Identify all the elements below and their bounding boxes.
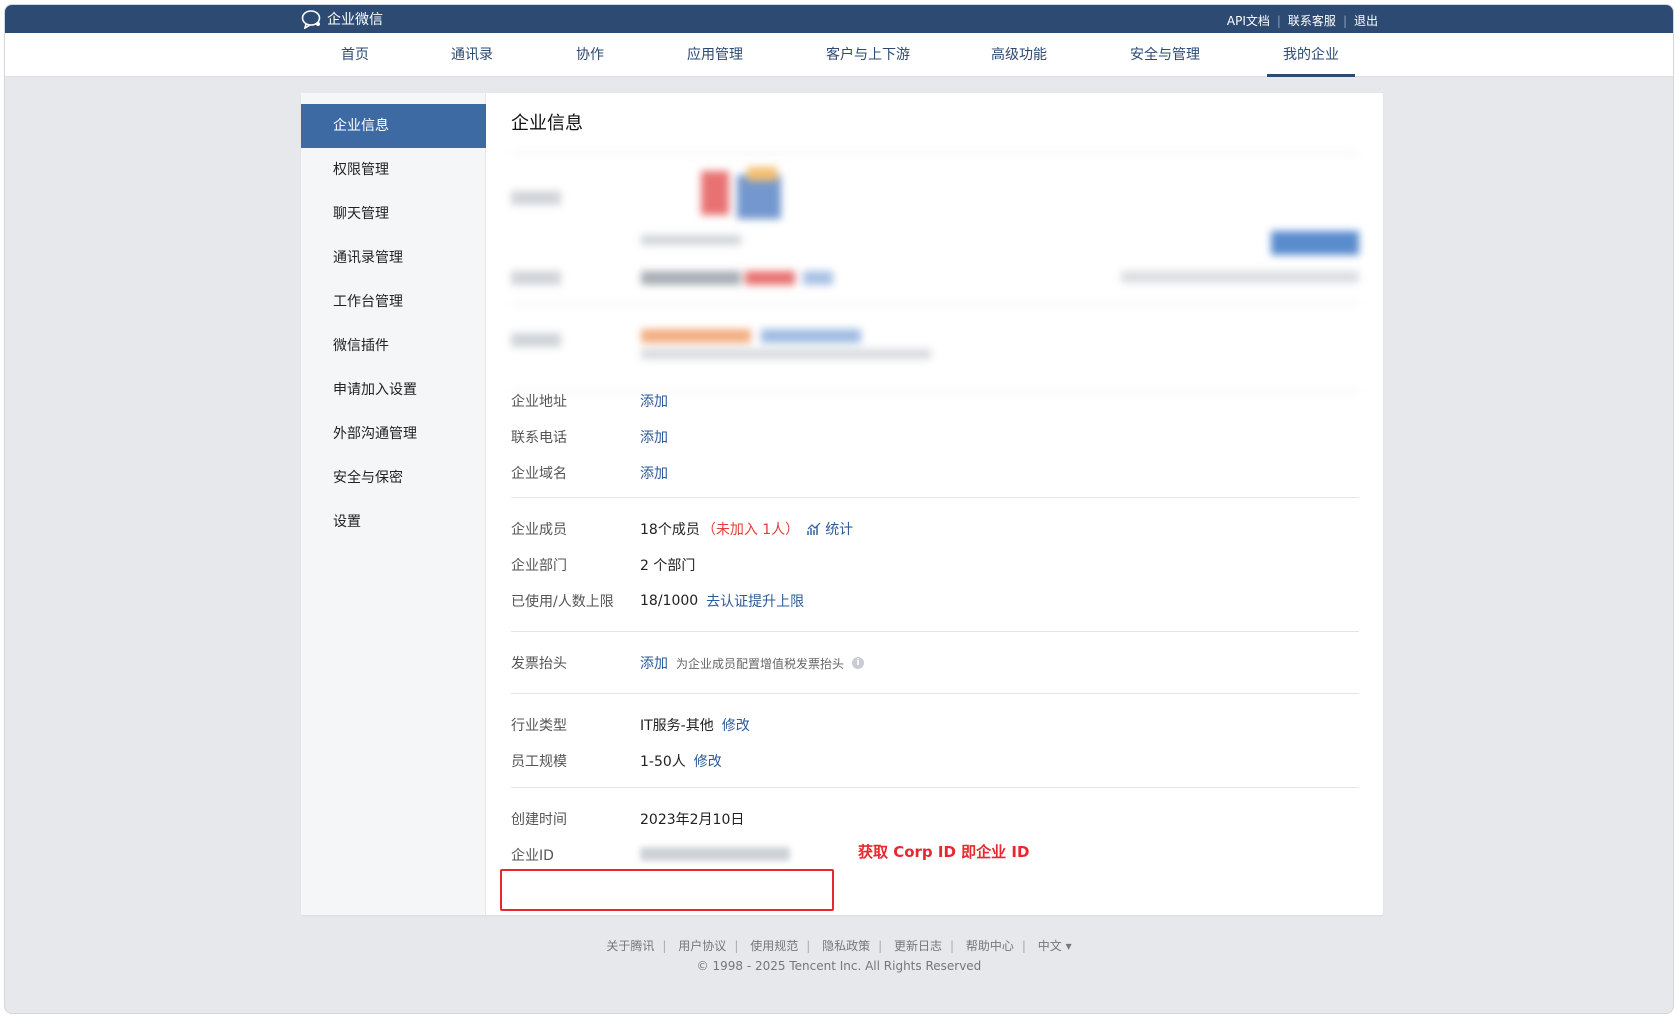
app-window: 企业微信 API文档 | 联系客服 | 退出 首页 通讯录 协作 应用管理 客户… (4, 4, 1674, 1014)
upgrade-limit-link[interactable]: 去认证提升上限 (706, 591, 804, 611)
footer-terms-link[interactable]: 用户协议 (678, 939, 726, 953)
invoice-label: 发票抬头 (511, 656, 567, 672)
add-invoice-link[interactable]: 添加 (640, 653, 668, 673)
divider (511, 787, 1359, 788)
sidebar-item-security[interactable]: 安全与保密 (301, 456, 486, 500)
page-title: 企业信息 (511, 113, 583, 134)
info-icon[interactable]: i (852, 657, 865, 669)
industry-label: 行业类型 (511, 718, 567, 734)
footer-privacy-link[interactable]: 隐私政策 (822, 939, 870, 953)
nav-collaboration[interactable]: 协作 (576, 33, 604, 77)
limit-label: 已使用/人数上限 (511, 594, 614, 610)
departments-value: 2 个部门 (640, 558, 696, 574)
invoice-hint: 为企业成员配置增值税发票抬头 (676, 656, 845, 671)
footer-help-link[interactable]: 帮助中心 (966, 939, 1014, 953)
sidebar-item-enterprise-info[interactable]: 企业信息 (301, 104, 486, 148)
stats-link[interactable]: 统计 (807, 519, 853, 539)
corp-id-annotation: 获取 Corp ID 即企业 ID (858, 843, 1030, 861)
footer-rules-link[interactable]: 使用规范 (750, 939, 798, 953)
divider (511, 693, 1359, 694)
edit-industry-link[interactable]: 修改 (722, 715, 750, 735)
add-phone-link[interactable]: 添加 (640, 427, 668, 447)
sidebar-item-chat[interactable]: 聊天管理 (301, 192, 486, 236)
corp-id-highlight-box (500, 869, 834, 911)
separator: | (1342, 13, 1347, 28)
footer-about-link[interactable]: 关于腾讯 (606, 939, 654, 953)
sidebar-item-wechat-plugin[interactable]: 微信插件 (301, 324, 486, 368)
divider (511, 497, 1359, 498)
nav-security[interactable]: 安全与管理 (1130, 33, 1200, 77)
sidebar-item-join-settings[interactable]: 申请加入设置 (301, 368, 486, 412)
phone-label: 联系电话 (511, 430, 567, 446)
nav-contacts[interactable]: 通讯录 (451, 33, 493, 77)
nav-home[interactable]: 首页 (341, 33, 369, 77)
not-joined-count: （未加入 1人） (701, 522, 800, 538)
nav-my-enterprise[interactable]: 我的企业 (1267, 33, 1355, 77)
sidebar-item-workbench[interactable]: 工作台管理 (301, 280, 486, 324)
created-value: 2023年2月10日 (640, 812, 745, 828)
nav-advanced[interactable]: 高级功能 (991, 33, 1047, 77)
add-address-link[interactable]: 添加 (640, 391, 668, 411)
sidebar-item-settings[interactable]: 设置 (301, 500, 486, 544)
wecom-logo-icon (301, 10, 321, 29)
members-label: 企业成员 (511, 522, 567, 538)
scale-value: 1-50人 (640, 754, 686, 770)
industry-value: IT服务-其他 (640, 718, 714, 734)
domain-label: 企业域名 (511, 466, 567, 482)
logout-link[interactable]: 退出 (1354, 12, 1378, 29)
edit-scale-link[interactable]: 修改 (694, 751, 722, 771)
members-count: 18个成员 (640, 522, 700, 538)
corp-id-label: 企业ID (511, 848, 554, 864)
separator: | (1276, 13, 1281, 28)
scale-label: 员工规模 (511, 754, 567, 770)
brand-name: 企业微信 (327, 12, 383, 28)
nav-customers[interactable]: 客户与上下游 (826, 33, 910, 77)
content-area: 企业信息 企业地址 添加 联系电话 添加 企业域名 添加 企业成员 18个成员 … (486, 93, 1383, 915)
limit-value: 18/1000 (640, 593, 699, 609)
sidebar: 企业信息 权限管理 聊天管理 通讯录管理 工作台管理 微信插件 申请加入设置 外… (301, 93, 486, 915)
departments-label: 企业部门 (511, 558, 567, 574)
sidebar-item-permissions[interactable]: 权限管理 (301, 148, 486, 192)
sidebar-item-external[interactable]: 外部沟通管理 (301, 412, 486, 456)
top-bar: 企业微信 API文档 | 联系客服 | 退出 (5, 5, 1673, 33)
footer-changelog-link[interactable]: 更新日志 (894, 939, 942, 953)
redacted-info-block (511, 153, 1359, 392)
stats-label: 统计 (825, 522, 854, 538)
footer-links: 关于腾讯 | 用户协议 | 使用规范 | 隐私政策 | 更新日志 | 帮助中心 | 中文 ▾ (606, 939, 1072, 953)
sidebar-item-contacts[interactable]: 通讯录管理 (301, 236, 486, 280)
top-links: API文档 | 联系客服 | 退出 (1227, 12, 1378, 29)
add-domain-link[interactable]: 添加 (640, 463, 668, 483)
contact-support-link[interactable]: 联系客服 (1288, 12, 1336, 29)
brand-logo[interactable]: 企业微信 (301, 9, 383, 29)
created-label: 创建时间 (511, 812, 567, 828)
main-panel: 企业信息 权限管理 聊天管理 通讯录管理 工作台管理 微信插件 申请加入设置 外… (301, 93, 1383, 915)
divider (511, 631, 1359, 632)
api-docs-link[interactable]: API文档 (1227, 12, 1270, 29)
copyright: © 1998 - 2025 Tencent Inc. All Rights Re… (696, 959, 982, 973)
nav-app-management[interactable]: 应用管理 (687, 33, 743, 77)
main-nav: 首页 通讯录 协作 应用管理 客户与上下游 高级功能 安全与管理 我的企业 (5, 33, 1673, 77)
address-label: 企业地址 (511, 394, 567, 410)
chart-icon (807, 522, 821, 535)
language-selector[interactable]: 中文 ▾ (1038, 939, 1072, 953)
corp-id-value-redacted (640, 847, 790, 861)
